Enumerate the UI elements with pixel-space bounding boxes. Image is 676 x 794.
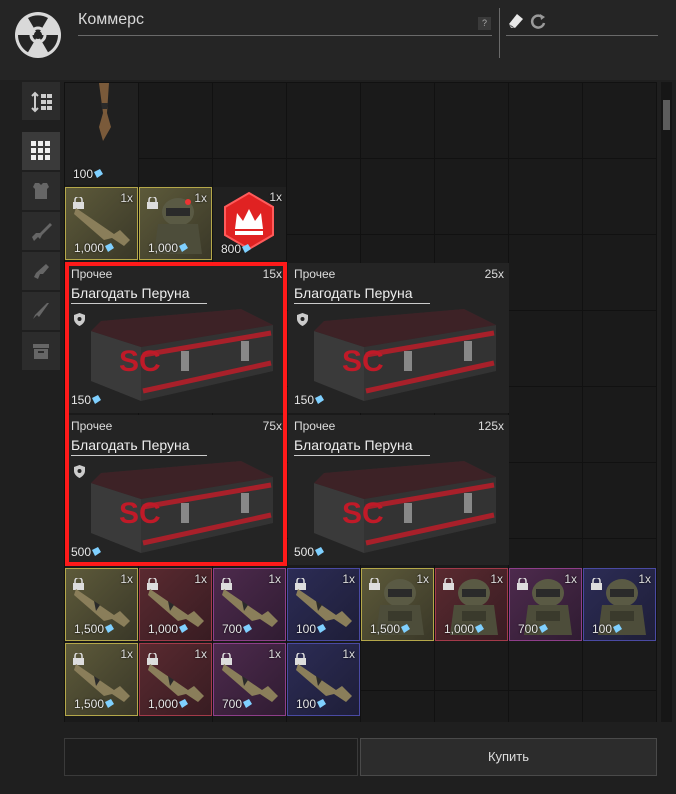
item-category: Прочее [294, 267, 336, 281]
box-icon [33, 344, 49, 359]
coupon-icon [539, 624, 549, 633]
category-pistol-button[interactable] [22, 252, 60, 290]
armor-icon [33, 183, 49, 199]
coupon-icon [105, 243, 115, 252]
item-slot[interactable]: 1x 1,000 [139, 187, 212, 260]
coupon-icon [179, 243, 189, 252]
page-title: Коммерс [78, 11, 145, 28]
title-underline [78, 35, 492, 36]
grid-icon [31, 141, 50, 160]
knife-icon [33, 303, 49, 319]
item-price: 1,000 [148, 241, 179, 255]
eraser-icon[interactable] [506, 11, 526, 31]
knife-item-icon [99, 83, 111, 141]
item-slot[interactable]: 1x 700 [213, 643, 286, 716]
coupon-icon [317, 624, 327, 633]
sort-button[interactable] [22, 82, 60, 120]
item-slot[interactable]: 1x 1,500 [65, 643, 138, 716]
item-slot[interactable]: 1x 1,000 [65, 187, 138, 260]
item-price: 100 [592, 622, 613, 636]
coupon-icon [105, 624, 115, 633]
crate-icon: SC [314, 309, 496, 401]
item-slot[interactable]: 1x 1,000 [139, 643, 212, 716]
coupon-icon [317, 699, 327, 708]
item-price: 100 [73, 167, 94, 181]
item-price: 700 [518, 622, 539, 636]
coupon-icon [243, 699, 253, 708]
buy-button[interactable]: Купить [360, 738, 657, 776]
refresh-icon[interactable] [529, 12, 547, 30]
item-price: 1,000 [444, 622, 475, 636]
sort-icon [31, 91, 52, 113]
box-item[interactable]: Прочее 25x Благодать Перуна SC 150 [288, 263, 509, 413]
coupon-icon [105, 699, 115, 708]
category-box-button[interactable] [22, 332, 60, 370]
item-slot[interactable]: 1x 700 [213, 568, 286, 641]
coupon-icon [315, 547, 325, 556]
selection-highlight [65, 262, 287, 566]
coupon-icon [401, 624, 411, 633]
crate-label: SC [342, 345, 384, 378]
coupon-icon [475, 624, 485, 633]
coupon-icon [179, 624, 189, 633]
help-button[interactable]: ? [478, 17, 491, 30]
scrollbar-track[interactable] [661, 82, 672, 722]
coupon-icon [243, 624, 253, 633]
item-slot[interactable]: 1x 1,500 [361, 568, 434, 641]
coupon-icon [179, 699, 189, 708]
item-slot[interactable]: 1x 800 [213, 187, 286, 260]
quantity-field[interactable] [64, 738, 358, 776]
item-price: 500 [294, 545, 315, 559]
item-quantity: 125x [477, 419, 504, 433]
coupon-icon [242, 244, 252, 253]
search-underline [506, 35, 658, 36]
item-slot[interactable]: 1x 1,500 [65, 568, 138, 641]
box-item[interactable]: Прочее 125x Благодать Перуна SC 500 [288, 415, 509, 565]
item-price: 150 [294, 393, 315, 407]
header-bar: Коммерс ? [0, 0, 676, 80]
item-name: Благодать Перуна [294, 437, 413, 453]
radiation-logo-icon [15, 12, 61, 58]
item-price: 800 [221, 242, 242, 256]
pistol-icon [34, 264, 49, 279]
category-armor-button[interactable] [22, 172, 60, 210]
item-price: 700 [222, 622, 243, 636]
coupon-icon [94, 169, 104, 178]
item-slot[interactable]: 1x 100 [287, 568, 360, 641]
item-price: 1,000 [148, 622, 179, 636]
category-all-button[interactable] [22, 132, 60, 170]
item-slot[interactable]: 1x 100 [583, 568, 656, 641]
item-price: 1,500 [370, 622, 401, 636]
item-price: 700 [222, 697, 243, 711]
item-category: Прочее [294, 419, 336, 433]
header-divider [499, 8, 500, 58]
item-slot[interactable]: 1x 1,000 [435, 568, 508, 641]
item-slot[interactable]: 1x 700 [509, 568, 582, 641]
coupon-icon [613, 624, 623, 633]
item-slot[interactable]: 100 [65, 83, 138, 185]
item-quantity: 25x [484, 267, 504, 281]
item-price: 100 [296, 622, 317, 636]
crate-icon: SC [314, 461, 496, 553]
item-price: 1,000 [148, 697, 179, 711]
item-price: 1,000 [74, 241, 105, 255]
rifle-icon [32, 223, 52, 241]
coupon-icon [315, 395, 325, 404]
category-rifle-button[interactable] [22, 212, 60, 250]
category-knife-button[interactable] [22, 292, 60, 330]
item-price: 1,500 [74, 622, 105, 636]
item-slot[interactable]: 1x 100 [287, 643, 360, 716]
item-price: 1,500 [74, 697, 105, 711]
item-name: Благодать Перуна [294, 285, 413, 301]
scrollbar-thumb[interactable] [663, 100, 670, 130]
crate-label: SC [342, 497, 384, 530]
item-price: 100 [296, 697, 317, 711]
item-slot[interactable]: 1x 1,000 [139, 568, 212, 641]
